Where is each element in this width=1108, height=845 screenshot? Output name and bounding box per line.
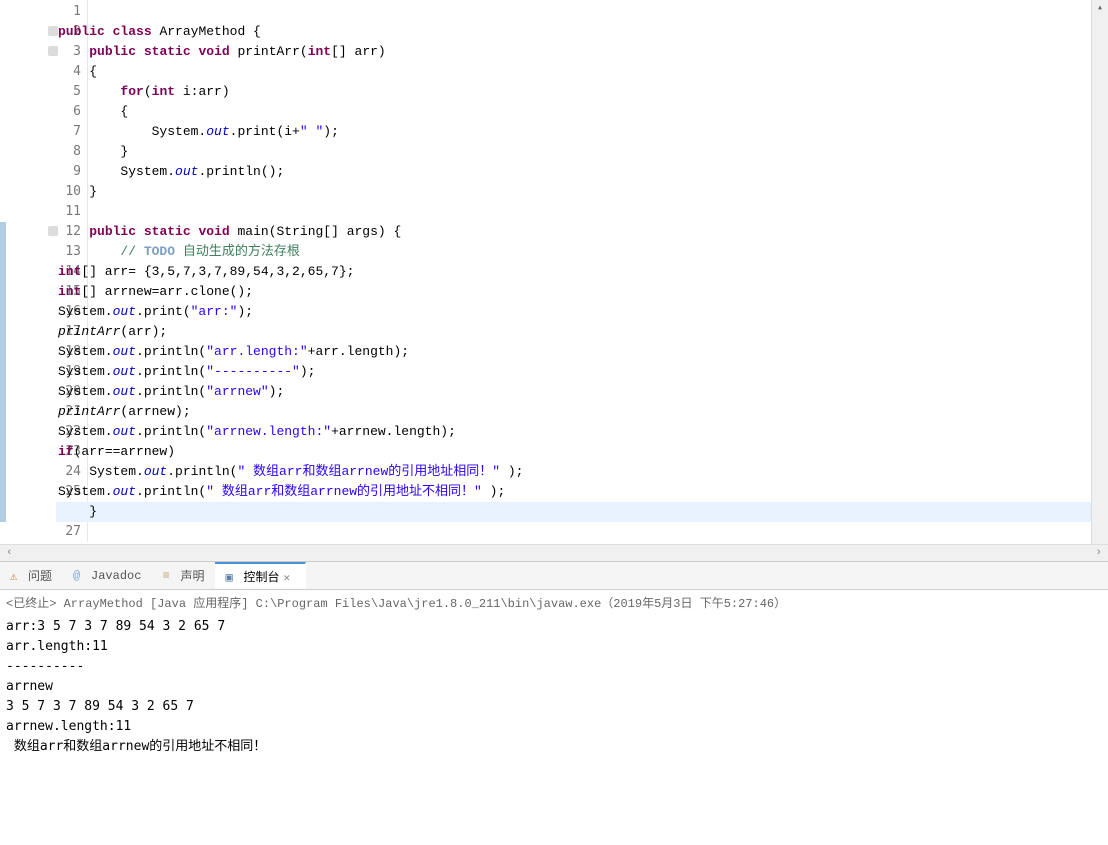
console-pane: <已终止> ArrayMethod [Java 应用程序] C:\Program… bbox=[0, 590, 1108, 845]
code-line[interactable]: public static void printArr(int[] arr) bbox=[56, 42, 1108, 62]
code-line[interactable]: System.out.println(" 数组arr和数组arrnew的引用地址… bbox=[56, 462, 1108, 482]
code-line[interactable]: System.out.println("arrnew"); bbox=[56, 382, 1108, 402]
tab-label: 声明 bbox=[180, 567, 204, 584]
code-area[interactable]: 1234567891011121314151617181920212223242… bbox=[0, 0, 1108, 544]
code-body[interactable]: public class ArrayMethod { public static… bbox=[56, 0, 1108, 544]
code-line[interactable]: int[] arrnew=arr.clone(); bbox=[56, 282, 1108, 302]
tab-label: 控制台 bbox=[243, 568, 279, 585]
editor-pane: 1234567891011121314151617181920212223242… bbox=[0, 0, 1108, 562]
code-line[interactable]: } bbox=[56, 182, 1108, 202]
horizontal-scrollbar[interactable]: ‹ › bbox=[0, 544, 1108, 561]
code-line[interactable]: public class ArrayMethod { bbox=[56, 22, 1108, 42]
close-icon[interactable]: ✕ bbox=[283, 571, 295, 583]
code-line[interactable]: } bbox=[56, 142, 1108, 162]
tab-decl[interactable]: ≡ 声明 bbox=[152, 562, 215, 589]
code-line[interactable] bbox=[56, 202, 1108, 222]
tab-console[interactable]: ▣ 控制台 ✕ bbox=[215, 562, 306, 589]
problems-icon: ⚠ bbox=[10, 569, 24, 583]
code-line[interactable]: System.out.println("----------"); bbox=[56, 362, 1108, 382]
code-line[interactable]: System.out.print("arr:"); bbox=[56, 302, 1108, 322]
console-icon: ▣ bbox=[225, 570, 239, 584]
code-line[interactable] bbox=[56, 522, 1108, 542]
tab-label: Javadoc bbox=[91, 569, 141, 583]
vertical-scrollbar[interactable]: ▴ bbox=[1091, 0, 1108, 544]
tab-label: 问题 bbox=[28, 567, 52, 584]
code-line[interactable]: // TODO 自动生成的方法存根 bbox=[56, 242, 1108, 262]
tab-javadoc[interactable]: @ Javadoc bbox=[63, 562, 152, 589]
code-line[interactable]: printArr(arr); bbox=[56, 322, 1108, 342]
code-line[interactable]: System.out.println("arrnew.length:"+arrn… bbox=[56, 422, 1108, 442]
code-line[interactable]: for(int i:arr) bbox=[56, 82, 1108, 102]
code-line[interactable]: System.out.println(); bbox=[56, 162, 1108, 182]
code-line[interactable] bbox=[56, 2, 1108, 22]
console-header: <已终止> ArrayMethod [Java 应用程序] C:\Program… bbox=[0, 590, 1108, 615]
code-line[interactable]: if(arr==arrnew) bbox=[56, 442, 1108, 462]
left-margin-strip: 1234567891011121314151617181920212223242… bbox=[0, 0, 56, 544]
javadoc-icon: @ bbox=[73, 569, 87, 583]
scroll-right-arrow-icon[interactable]: › bbox=[1095, 547, 1102, 559]
scroll-up-icon[interactable]: ▴ bbox=[1092, 0, 1108, 17]
code-line[interactable]: { bbox=[56, 62, 1108, 82]
code-line[interactable]: } bbox=[56, 502, 1108, 522]
console-run-info: <已终止> ArrayMethod [Java 应用程序] C:\Program… bbox=[6, 597, 786, 611]
tab-problems[interactable]: ⚠ 问题 bbox=[0, 562, 63, 589]
code-line[interactable]: { bbox=[56, 102, 1108, 122]
code-line[interactable]: int[] arr= {3,5,7,3,7,89,54,3,2,65,7}; bbox=[56, 262, 1108, 282]
bottom-tabs: ⚠ 问题 @ Javadoc ≡ 声明 ▣ 控制台 ✕ bbox=[0, 562, 1108, 590]
code-line[interactable]: System.out.println(" 数组arr和数组arrnew的引用地址… bbox=[56, 482, 1108, 502]
code-line[interactable]: printArr(arrnew); bbox=[56, 402, 1108, 422]
scroll-left-arrow-icon[interactable]: ‹ bbox=[6, 547, 13, 559]
decl-icon: ≡ bbox=[162, 569, 176, 583]
console-output[interactable]: arr:3 5 7 3 7 89 54 3 2 65 7 arr.length:… bbox=[0, 615, 1108, 845]
code-line[interactable]: System.out.print(i+" "); bbox=[56, 122, 1108, 142]
code-line[interactable]: public static void main(String[] args) { bbox=[56, 222, 1108, 242]
code-line[interactable]: System.out.println("arr.length:"+arr.len… bbox=[56, 342, 1108, 362]
